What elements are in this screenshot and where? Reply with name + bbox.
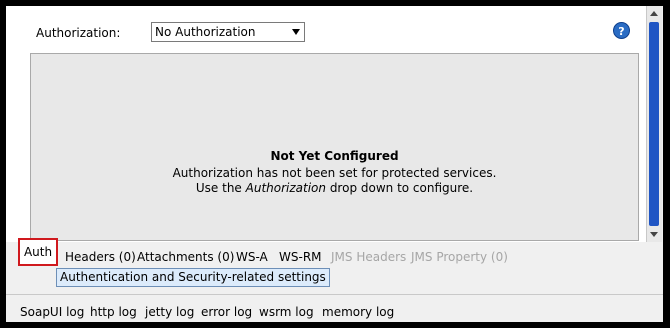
log-tab-error[interactable]: error log (201, 305, 252, 319)
not-configured-hint: Use the Authorization drop down to confi… (31, 181, 638, 195)
log-tab-soapui[interactable]: SoapUI log (20, 305, 84, 319)
log-tab-memory[interactable]: memory log (322, 305, 394, 319)
authorization-dropdown[interactable]: No Authorization (151, 22, 305, 42)
not-configured-message: Authorization has not been set for prote… (172, 166, 497, 180)
not-configured-title: Not Yet Configured (270, 149, 399, 163)
tab-jms-headers: JMS Headers (331, 250, 407, 264)
hint-suffix: drop down to configure. (326, 181, 474, 195)
scroll-thumb[interactable] (649, 22, 659, 226)
tab-ws-a[interactable]: WS-A (236, 250, 268, 264)
tooltip: Authentication and Security-related sett… (56, 268, 330, 287)
divider (6, 294, 663, 295)
vertical-scrollbar[interactable] (646, 6, 662, 242)
tab-ws-rm[interactable]: WS-RM (279, 250, 322, 264)
chevron-down-icon (292, 29, 300, 35)
hint-prefix: Use the (195, 181, 246, 195)
scroll-down-icon[interactable] (650, 232, 658, 237)
not-configured-panel: Not Yet Configured Authorization has not… (30, 53, 639, 241)
hint-emphasis: Authorization (245, 181, 326, 195)
log-tab-wsrm[interactable]: wsrm log (259, 305, 314, 319)
help-icon[interactable]: ? (613, 22, 630, 39)
log-tab-jetty[interactable]: jetty log (145, 305, 194, 319)
auth-panel: Authorization: No Authorization ? Not Ye… (6, 6, 646, 242)
scroll-up-icon[interactable] (650, 11, 658, 16)
authorization-label: Authorization: (36, 26, 121, 40)
authorization-dropdown-value: No Authorization (155, 25, 256, 39)
tab-jms-property: JMS Property (0) (411, 250, 508, 264)
window: Authorization: No Authorization ? Not Ye… (6, 6, 663, 322)
tab-auth-label: Auth (23, 245, 53, 259)
tab-headers[interactable]: Headers (0) (65, 250, 136, 264)
tab-auth[interactable]: Auth (18, 238, 58, 266)
log-tab-http[interactable]: http log (90, 305, 137, 319)
tab-attachments[interactable]: Attachments (0) (137, 250, 234, 264)
